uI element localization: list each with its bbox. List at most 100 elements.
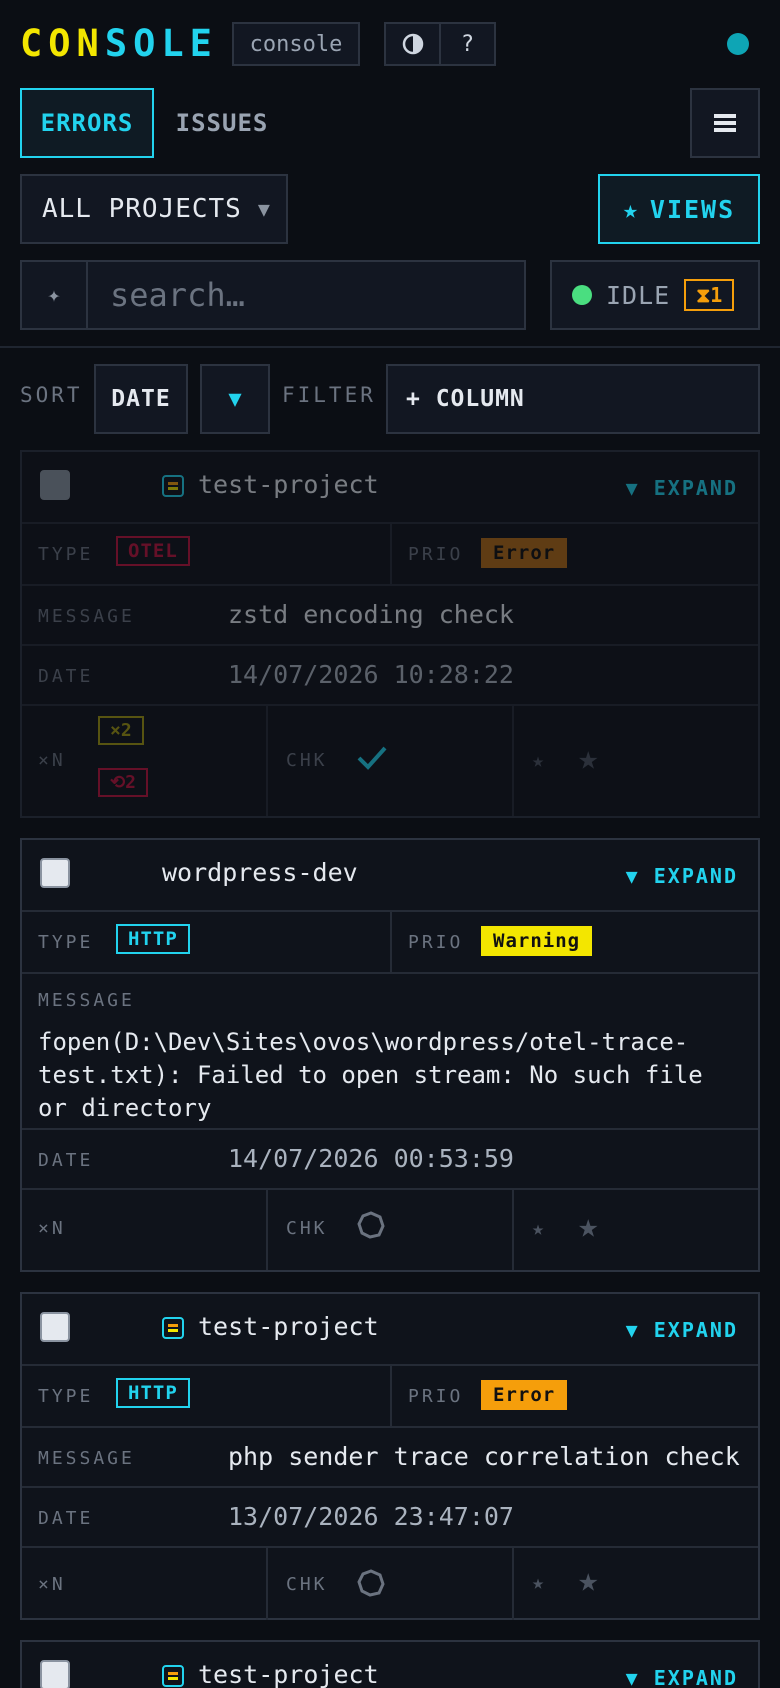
contrast-icon[interactable] [386,24,439,64]
project-icon [162,1665,184,1687]
type-label: TYPE [38,1386,94,1407]
separator [512,706,514,816]
error-card: test-project ▼ EXPAND TYPE OTEL PRIO Err… [20,450,760,818]
type-label: TYPE [38,544,94,565]
message-label: MESSAGE [38,990,135,1011]
small-star-icon[interactable]: ★ [532,1216,544,1240]
sort-label: SORT [20,383,83,407]
layers-icon [714,114,736,132]
retry-badge: ⟲2 [98,768,148,797]
prio-badge: Error [481,1380,568,1410]
prio-badge: Warning [481,926,593,956]
favorite-star-icon[interactable]: ★ [578,1206,598,1246]
card-type-row: TYPE HTTP PRIO Error [22,1364,758,1426]
expand-button[interactable]: ▼ EXPAND [626,1318,738,1342]
queue-badge: ⧗1 [684,279,735,311]
separator [390,524,392,584]
expand-button[interactable]: ▼ EXPAND [626,1666,738,1688]
date-value: 14/07/2026 10:28:22 [228,660,514,689]
expand-label: EXPAND [653,476,738,500]
prio-badge: Error [481,538,568,568]
status-indicator[interactable]: IDLE ⧗1 [550,260,760,330]
pending-circle-icon[interactable] [356,1568,386,1598]
separator [512,1548,514,1620]
date-value: 13/07/2026 23:47:07 [228,1502,514,1531]
chk-label: CHK [286,750,328,771]
prio-label: PRIO [408,544,464,565]
project-name: test-project [198,470,379,499]
select-checkbox[interactable] [40,858,70,888]
date-label: DATE [38,666,94,687]
message-label: MESSAGE [38,1448,135,1469]
message-value: fopen(D:\Dev\Sites\ovos\wordpress/otel-t… [38,1028,703,1122]
card-message-row: MESSAGE fopen(D:\Dev\Sites\ovos\wordpres… [22,972,758,1128]
expand-button[interactable]: ▼ EXPAND [626,864,738,888]
card-message-row: MESSAGE php sender trace correlation che… [22,1426,758,1486]
chk-label: CHK [286,1574,328,1595]
card-date-row: DATE 14/07/2026 10:28:22 [22,644,758,704]
sparkle-icon[interactable]: ✦ [22,262,88,328]
project-name: test-project [198,1660,379,1688]
card-type-row: TYPE OTEL PRIO Error [22,522,758,584]
card-header: wordpress-dev ▼ EXPAND [22,840,758,910]
separator [390,1366,392,1426]
sort-direction-button[interactable]: ▼ [200,364,270,434]
help-button[interactable]: ? [439,24,494,64]
error-card: wordpress-dev ▼ EXPAND TYPE HTTP PRIO Wa… [20,838,760,1272]
card-type-row: TYPE HTTP PRIO Warning [22,910,758,972]
message-value: php sender trace correlation check [228,1442,740,1471]
count-label: ×N [38,1218,66,1239]
chk-label: CHK [286,1218,328,1239]
count-label: ×N [38,750,66,771]
count-label: ×N [38,1574,66,1595]
date-label: DATE [38,1150,94,1171]
expand-label: EXPAND [653,1666,738,1688]
select-checkbox[interactable] [40,1660,70,1688]
search-input[interactable]: search… [88,262,524,328]
layers-menu-button[interactable] [690,88,760,158]
message-value: zstd encoding check [228,600,514,629]
project-icon [162,1317,184,1339]
pending-circle-icon[interactable] [356,1210,386,1240]
separator [390,912,392,972]
small-star-icon[interactable]: ★ [532,748,544,772]
check-icon[interactable] [356,744,388,772]
prio-label: PRIO [408,1386,464,1407]
error-card: test-project ▼ EXPAND [20,1640,760,1688]
logo-part2: SOLE [104,22,218,65]
expand-button[interactable]: ▼ EXPAND [626,476,738,500]
message-label: MESSAGE [38,606,135,627]
type-badge: HTTP [116,924,190,954]
add-column-button[interactable]: + COLUMN [386,364,760,434]
count-badge: ×2 [98,716,144,745]
select-checkbox[interactable] [40,1312,70,1342]
separator [512,1190,514,1270]
card-date-row: DATE 13/07/2026 23:47:07 [22,1486,758,1546]
logo-part1: CON [20,22,105,65]
idle-dot [572,285,592,305]
search-bar: ✦ search… [20,260,526,330]
connection-status-dot [727,33,749,55]
separator [266,706,268,816]
project-name: test-project [198,1312,379,1341]
tab-errors[interactable]: ERRORS [20,88,154,158]
separator [266,1548,268,1620]
card-date-row: DATE 14/07/2026 00:53:59 [22,1128,758,1188]
sort-field-button[interactable]: DATE [94,364,188,434]
type-badge: HTTP [116,1378,190,1408]
views-button[interactable]: ★ VIEWS [598,174,760,244]
console-button[interactable]: console [232,22,360,66]
expand-label: EXPAND [653,1318,738,1342]
project-select-value: ALL PROJECTS [42,194,242,224]
small-star-icon[interactable]: ★ [532,1570,544,1594]
select-checkbox[interactable] [40,470,70,500]
favorite-star-icon[interactable]: ★ [578,738,598,778]
tab-issues[interactable]: ISSUES [160,88,284,158]
project-select[interactable]: ALL PROJECTS ▼ [20,174,288,244]
error-card: test-project ▼ EXPAND TYPE HTTP PRIO Err… [20,1292,760,1620]
divider [0,346,780,348]
project-name: wordpress-dev [162,858,358,887]
date-label: DATE [38,1508,94,1529]
star-icon: ★ [622,194,640,224]
favorite-star-icon[interactable]: ★ [578,1560,598,1600]
